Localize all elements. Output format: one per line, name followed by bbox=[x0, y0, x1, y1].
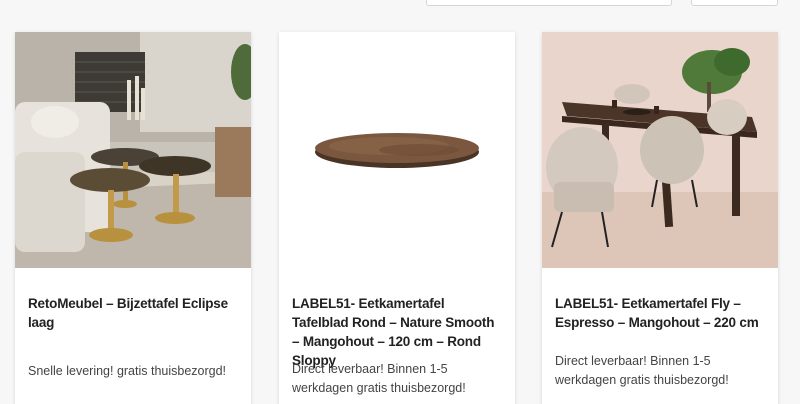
product-image[interactable] bbox=[279, 32, 515, 268]
product-title[interactable]: RetoMeubel – Bijzettafel Eclipse laag bbox=[28, 294, 240, 332]
side-table-photo-icon bbox=[15, 32, 251, 268]
toolbar bbox=[0, 0, 800, 6]
product-card[interactable]: RetoMeubel – Bijzettafel Eclipse laag Sn… bbox=[15, 32, 251, 404]
product-image[interactable] bbox=[542, 32, 778, 268]
per-page-select[interactable] bbox=[691, 0, 778, 6]
product-title[interactable]: LABEL51- Eetkamertafel Fly – Espresso – … bbox=[555, 294, 767, 332]
product-card[interactable]: LABEL51- Eetkamertafel Fly – Espresso – … bbox=[542, 32, 778, 404]
sort-select[interactable] bbox=[426, 0, 672, 6]
product-description: Direct leverbaar! Binnen 1-5 werkdagen g… bbox=[555, 354, 729, 387]
product-image[interactable] bbox=[15, 32, 251, 268]
product-grid: RetoMeubel – Bijzettafel Eclipse laag Sn… bbox=[15, 32, 778, 404]
dining-table-photo-icon bbox=[542, 32, 778, 268]
product-description: Direct leverbaar! Binnen 1-5 werkdagen g… bbox=[292, 362, 466, 395]
product-description: Snelle levering! gratis thuisbezorgd! bbox=[28, 364, 227, 378]
product-card[interactable]: LABEL51- Eetkamertafel Tafelblad Rond – … bbox=[279, 32, 515, 404]
round-tabletop-photo-icon bbox=[279, 32, 515, 268]
product-title[interactable]: LABEL51- Eetkamertafel Tafelblad Rond – … bbox=[292, 294, 504, 370]
